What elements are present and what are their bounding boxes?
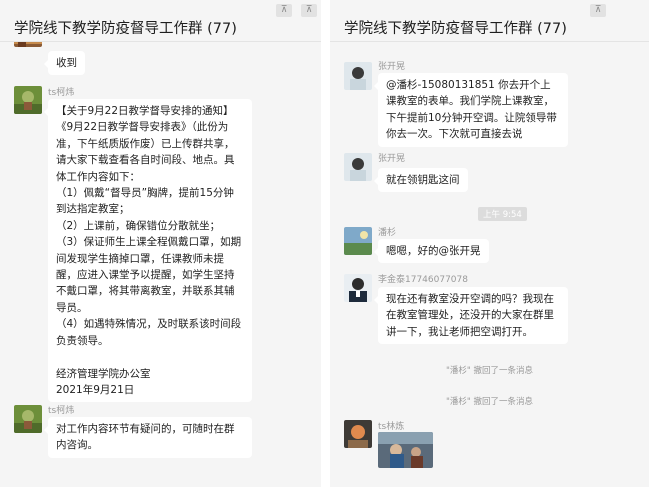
avatar[interactable] <box>344 420 372 448</box>
avatar[interactable] <box>344 227 372 255</box>
message-bubble[interactable]: 对工作内容环节有疑问的，可随时在群内咨询。 <box>44 417 252 458</box>
avatar[interactable] <box>14 86 42 114</box>
message-bubble[interactable]: 就在领钥匙这间 <box>374 168 468 193</box>
recall-notice: "潘杉" 撤回了一条消息 <box>445 397 534 407</box>
chat-header: 学院线下教学防疫督导工作群 (77) ⊼ <box>330 0 649 42</box>
sender-name: 张开晃 <box>378 154 406 164</box>
sender-name: ts柯炜 <box>48 88 75 98</box>
recall-notice: "潘杉" 撤回了一条消息 <box>445 366 534 376</box>
chat-window-left: 学院线下教学防疫督导工作群 (77) ⊼ ⊼ 收到 ts柯炜 【关于9月22日教… <box>0 0 321 487</box>
avatar[interactable] <box>344 274 372 302</box>
sender-name: 张开晃 <box>378 62 406 72</box>
message-bubble[interactable]: 现在还有教室没开空调的吗？我现在在教室管理处，还没开的大家在群里讲一下，我让老师… <box>374 287 568 345</box>
group-title: 学院线下教学防疫督导工作群 (77) <box>344 21 567 37</box>
sender-name: 李金泰17746077078 <box>378 275 468 285</box>
pin-icon[interactable]: ⊼ <box>301 4 317 17</box>
chat-window-right: 学院线下教学防疫督导工作群 (77) ⊼ 张开晃 @潘杉-15080131851… <box>330 0 649 487</box>
group-title: 学院线下教学防疫督导工作群 (77) <box>14 21 237 37</box>
chat-header: 学院线下教学防疫督导工作群 (77) ⊼ ⊼ <box>0 0 321 42</box>
avatar[interactable] <box>14 405 42 433</box>
message-bubble[interactable]: 【关于9月22日教学督导安排的通知】 《9月22日教学督导安排表》（此份为准，下… <box>44 99 252 403</box>
pin-icon[interactable]: ⊼ <box>276 4 292 17</box>
sender-name: ts林炼 <box>378 422 405 432</box>
image-message[interactable] <box>378 432 433 468</box>
timestamp: 上午 9:54 <box>478 207 527 221</box>
message-bubble[interactable]: @潘杉-15080131851 你去开个上课教室的表单。我们学院上课教室，下午提… <box>374 73 568 147</box>
sender-name: ts柯炜 <box>48 406 75 416</box>
message-bubble[interactable]: 收到 <box>44 51 85 76</box>
avatar[interactable] <box>344 153 372 181</box>
pin-icon[interactable]: ⊼ <box>590 4 606 17</box>
sender-name: 潘杉 <box>378 228 397 238</box>
avatar[interactable] <box>344 62 372 90</box>
message-bubble[interactable]: 嗯嗯，好的@张开晃 <box>374 239 489 264</box>
